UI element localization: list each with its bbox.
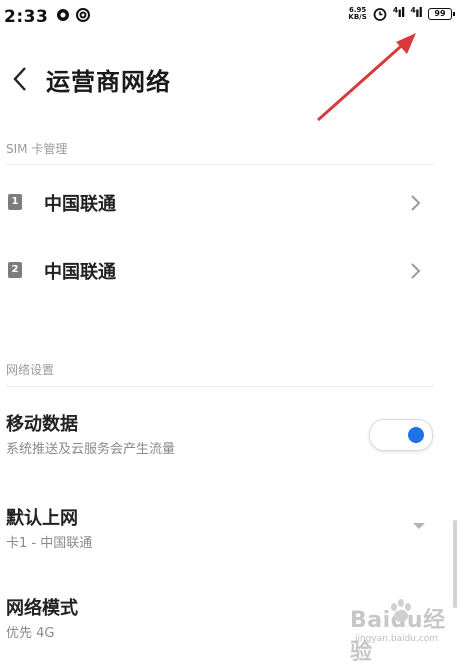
scrollbar[interactable] <box>453 520 457 608</box>
sim2-icon: 2 <box>8 262 22 278</box>
sim1-icon: 1 <box>8 194 22 210</box>
divider <box>6 386 434 387</box>
status-icons-right: 6.95 KB/S ⁴ıl ⁴ıl 99 <box>348 6 455 21</box>
baidu-paw-icon <box>391 599 411 622</box>
notification-circle-icon <box>57 9 69 21</box>
mobile-data-toggle[interactable] <box>369 419 433 451</box>
sim-section-label: SIM 卡管理 <box>6 142 68 156</box>
divider <box>6 164 434 165</box>
network-speed-unit: KB/S <box>348 12 367 21</box>
sim2-carrier-label: 中国联通 <box>44 262 116 283</box>
page-title: 运营商网络 <box>46 68 171 96</box>
back-button[interactable] <box>8 64 34 94</box>
mobile-data-title: 移动数据 <box>6 414 78 435</box>
signal-sim1-icon: ⁴ıl <box>392 6 406 21</box>
sim1-carrier-label: 中国联通 <box>44 194 116 215</box>
sim-card-item-1[interactable]: 1 中国联通 <box>0 180 466 226</box>
network-section-label: 网络设置 <box>6 363 55 377</box>
default-data-value: 卡1 - 中国联通 <box>6 536 93 551</box>
network-mode-title: 网络模式 <box>6 598 78 619</box>
alarm-icon <box>373 7 387 21</box>
status-time: 2:33 <box>4 7 49 27</box>
hotspot-icon <box>76 8 90 22</box>
default-data-title: 默认上网 <box>6 508 78 529</box>
mobile-data-subtitle: 系统推送及云服务会产生流量 <box>6 442 176 457</box>
network-mode-value: 优先 4G <box>6 626 55 641</box>
dropdown-arrow-icon <box>413 523 425 529</box>
annotation-arrow <box>317 33 416 122</box>
watermark-url: jingyan.baidu.com <box>355 634 439 644</box>
signal-sim2-icon: ⁴ıl <box>410 6 423 21</box>
status-icons-left <box>56 8 90 22</box>
sim-card-item-2[interactable]: 2 中国联通 <box>0 248 466 294</box>
toggle-knob <box>408 427 424 443</box>
baidu-watermark: Baidu经验 jingyan.baidu.com <box>350 599 466 666</box>
chevron-right-icon <box>411 263 421 279</box>
chevron-left-icon <box>13 67 26 91</box>
default-data-row[interactable]: 默认上网 卡1 - 中国联通 <box>0 496 466 556</box>
chevron-right-icon <box>411 195 421 211</box>
battery-icon: 99 <box>428 7 455 20</box>
network-speed: 6.95 KB/S <box>348 6 367 21</box>
